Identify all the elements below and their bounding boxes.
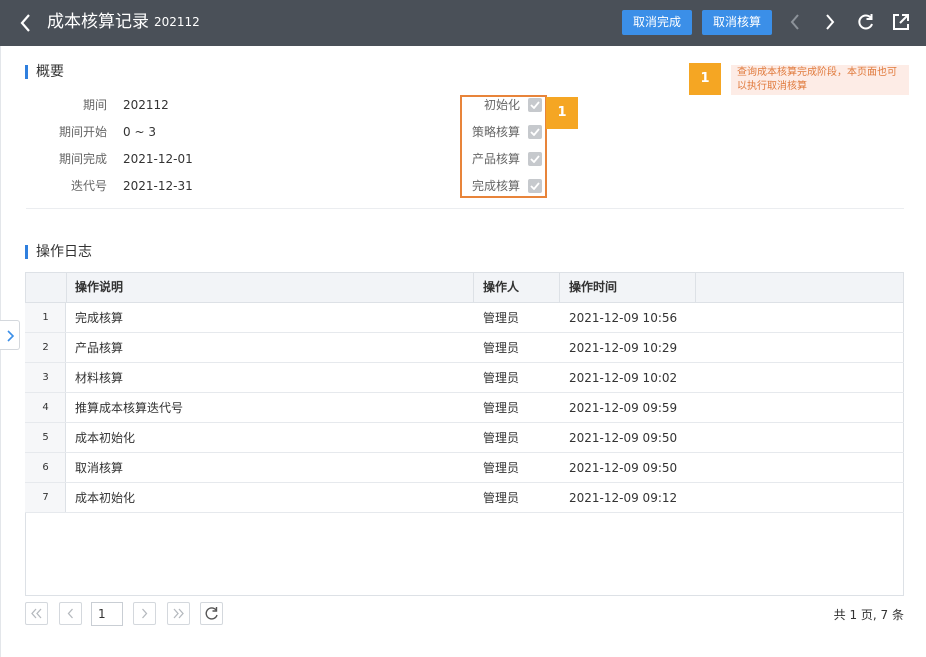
prev-icon[interactable]	[786, 12, 806, 32]
annotation-badge: 1	[546, 97, 578, 129]
table-row[interactable]: 7 成本初始化 管理员 2021-12-09 09:12	[25, 483, 904, 513]
column-header-time[interactable]: 操作时间	[569, 272, 617, 302]
table-row[interactable]: 5 成本初始化 管理员 2021-12-09 09:50	[25, 423, 904, 453]
row-user: 管理员	[483, 311, 520, 325]
next-page-button[interactable]	[133, 602, 156, 625]
row-user: 管理员	[483, 491, 520, 505]
field-label-period-start: 期间开始	[58, 125, 107, 139]
last-page-button[interactable]	[167, 602, 190, 625]
refresh-page-button[interactable]	[200, 602, 223, 625]
field-value-period-start: 0 ~ 3	[123, 125, 156, 139]
table-header	[25, 272, 904, 303]
annotation-note: 查询成本核算完成阶段，本页面也可以执行取消核算	[731, 65, 909, 95]
cancel-complete-button[interactable]: 取消完成	[622, 10, 692, 35]
row-index: 1	[42, 312, 49, 323]
table-row[interactable]: 6 取消核算 管理员 2021-12-09 09:50	[25, 453, 904, 483]
double-chevron-right-icon	[173, 608, 184, 619]
field-value-period: 202112	[123, 98, 169, 112]
header-divider	[695, 272, 696, 303]
row-index: 7	[42, 492, 49, 503]
header-bar: 成本核算记录 202112 取消完成 取消核算	[0, 0, 926, 46]
field-value-period-end: 2021-12-01	[123, 152, 193, 166]
row-user: 管理员	[483, 401, 520, 415]
row-user: 管理员	[483, 431, 520, 445]
highlight-box	[460, 95, 547, 198]
row-desc: 完成核算	[75, 311, 124, 325]
chevron-right-icon	[7, 330, 15, 342]
row-time: 2021-12-09 09:59	[569, 401, 678, 415]
field-label-iteration: 迭代号	[70, 179, 107, 193]
page-number-input[interactable]	[91, 602, 123, 626]
row-desc: 材料核算	[75, 371, 124, 385]
section-divider	[26, 208, 904, 209]
row-index: 2	[42, 342, 49, 353]
column-header-desc[interactable]: 操作说明	[75, 272, 123, 302]
refresh-icon	[205, 607, 218, 620]
next-icon[interactable]	[820, 12, 840, 32]
log-title: 操作日志	[25, 243, 92, 261]
row-user: 管理员	[483, 371, 520, 385]
table-row[interactable]: 2 产品核算 管理员 2021-12-09 10:29	[25, 333, 904, 363]
header-divider	[473, 272, 474, 303]
row-desc: 产品核算	[75, 341, 124, 355]
row-time: 2021-12-09 09:12	[569, 491, 678, 505]
table-row[interactable]: 4 推算成本核算迭代号 管理员 2021-12-09 09:59	[25, 393, 904, 423]
row-time: 2021-12-09 10:29	[569, 341, 678, 355]
row-desc: 推算成本核算迭代号	[75, 401, 184, 415]
column-header-user[interactable]: 操作人	[483, 272, 519, 302]
row-time: 2021-12-09 10:02	[569, 371, 678, 385]
expand-sidebar-tab[interactable]	[0, 320, 20, 350]
row-time: 2021-12-09 09:50	[569, 461, 678, 475]
row-time: 2021-12-09 09:50	[569, 431, 678, 445]
row-index: 3	[42, 372, 49, 383]
double-chevron-left-icon	[31, 608, 42, 619]
row-index: 4	[42, 402, 49, 413]
row-user: 管理员	[483, 461, 520, 475]
refresh-icon[interactable]	[856, 12, 876, 32]
open-external-icon[interactable]	[891, 12, 911, 32]
header-divider	[559, 272, 560, 303]
row-desc: 取消核算	[75, 461, 124, 475]
row-desc: 成本初始化	[75, 431, 136, 445]
back-icon[interactable]	[18, 12, 36, 34]
header-period: 202112	[154, 15, 200, 29]
row-index: 5	[42, 432, 49, 443]
pagination-summary: 共 1 页, 7 条	[833, 608, 904, 622]
field-label-period-end: 期间完成	[58, 152, 107, 166]
row-user: 管理员	[483, 341, 520, 355]
overview-title: 概要	[25, 63, 64, 81]
table-row[interactable]: 3 材料核算 管理员 2021-12-09 10:02	[25, 363, 904, 393]
cancel-calc-button[interactable]: 取消核算	[702, 10, 772, 35]
row-index: 6	[42, 462, 49, 473]
field-label-period: 期间	[82, 98, 107, 112]
table-row[interactable]: 1 完成核算 管理员 2021-12-09 10:56	[25, 303, 904, 333]
row-desc: 成本初始化	[75, 491, 136, 505]
chevron-left-icon	[67, 608, 73, 619]
header-divider	[66, 272, 67, 303]
page-title: 成本核算记录	[47, 12, 149, 32]
field-value-iteration: 2021-12-31	[123, 179, 193, 193]
left-border	[0, 46, 1, 657]
row-time: 2021-12-09 10:56	[569, 311, 678, 325]
note-badge: 1	[689, 63, 721, 95]
prev-page-button[interactable]	[59, 602, 82, 625]
chevron-right-icon	[142, 608, 148, 619]
first-page-button[interactable]	[25, 602, 48, 625]
